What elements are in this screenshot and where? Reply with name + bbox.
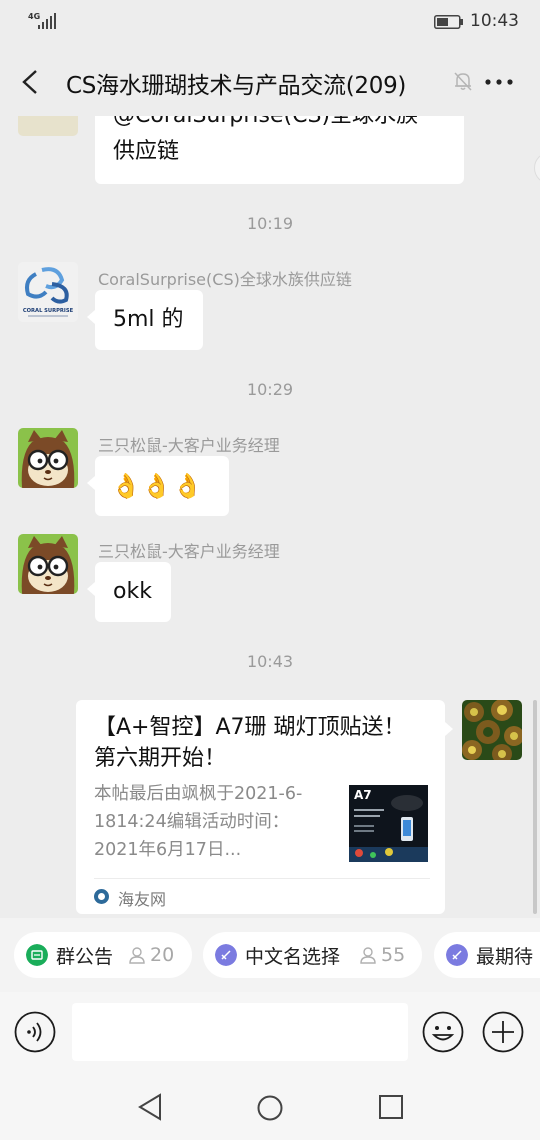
nav-home-icon[interactable]: [256, 1094, 284, 1122]
coral-avatar-image: [462, 700, 522, 760]
avatar-squirrel[interactable]: [18, 428, 78, 488]
avatar-squirrel[interactable]: [18, 534, 78, 594]
sender-name: CoralSurprise(CS)全球水族供应链: [98, 270, 352, 289]
chat-message-list[interactable]: @CoralSurprise(CS)全球水族 供应链 10:19 CORAL S…: [0, 116, 540, 918]
more-options-icon[interactable]: [484, 78, 514, 86]
partial-avatar: [534, 152, 540, 184]
chip-label: 中文名选择: [245, 946, 341, 968]
status-time: 10:43: [470, 11, 519, 31]
link-source-name: 海友网: [118, 890, 167, 909]
source-logo-icon: [94, 889, 109, 904]
squirrel-avatar-icon: [18, 428, 78, 488]
chat-scrollbar[interactable]: [533, 700, 537, 914]
vote-icon: [446, 944, 468, 966]
message-text: @CoralSurprise(CS)全球水族: [113, 116, 418, 134]
person-icon: [129, 947, 145, 964]
group-tools-bar: 群公告 20 中文名选择 55 最期待: [0, 918, 540, 992]
message-timestamp: 10:43: [246, 652, 294, 671]
message-text: 供应链: [113, 139, 180, 164]
chip-count: 55: [381, 944, 406, 966]
chip-count: 20: [150, 944, 175, 966]
nav-recent-apps-icon[interactable]: [378, 1094, 404, 1120]
avatar-coralsurprise[interactable]: CORAL SURPRISE: [18, 262, 78, 322]
message-timestamp: 10:29: [246, 380, 294, 399]
plus-icon[interactable]: [482, 1011, 524, 1053]
message-bubble[interactable]: 5ml 的: [87, 290, 203, 350]
link-card[interactable]: 【A+智控】A7珊 瑚灯顶贴送！第六期开始！ 本帖最后由飒枫于2021-6-18…: [76, 700, 453, 914]
message-timestamp: 10:19: [246, 214, 294, 233]
announcement-icon: [26, 944, 48, 966]
message-bubble[interactable]: 👌👌👌: [87, 456, 229, 516]
avatar[interactable]: [18, 116, 78, 136]
message-input[interactable]: [72, 1003, 408, 1061]
back-arrow-icon[interactable]: [18, 68, 44, 96]
message-input-bar: [0, 992, 540, 1074]
vote-icon: [215, 944, 237, 966]
message-bubble[interactable]: @CoralSurprise(CS)全球水族 供应链: [95, 116, 464, 184]
sender-name: 三只松鼠-大客户业务经理: [98, 542, 280, 561]
battery-icon: [434, 15, 463, 29]
thumbnail-label: A7: [354, 788, 372, 802]
chip-group-announcement[interactable]: 群公告 20: [14, 932, 192, 978]
squirrel-avatar-icon: [18, 534, 78, 594]
chip-name-vote[interactable]: 中文名选择 55: [203, 932, 422, 978]
svg-text:CORAL SURPRISE: CORAL SURPRISE: [23, 308, 74, 314]
person-icon: [360, 947, 376, 964]
nav-back-icon[interactable]: [136, 1092, 164, 1122]
chat-header: CS海水珊瑚技术与产品交流(209): [0, 46, 540, 116]
emoji-icon[interactable]: [422, 1011, 464, 1053]
system-nav-bar: [0, 1074, 540, 1140]
coral-surprise-logo: CORAL SURPRISE: [18, 262, 78, 322]
signal-icon: [38, 13, 56, 29]
chip-label: 群公告: [56, 946, 114, 968]
divider: [94, 878, 430, 879]
voice-input-icon[interactable]: [14, 1011, 56, 1053]
avatar-self[interactable]: [462, 700, 522, 760]
chip-most-anticipated[interactable]: 最期待: [434, 932, 540, 978]
message-text: okk: [113, 579, 152, 604]
link-title: 【A+智控】A7珊 瑚灯顶贴送！第六期开始！: [94, 715, 406, 771]
sender-name: 三只松鼠-大客户业务经理: [98, 436, 280, 455]
message-bubble[interactable]: okk: [87, 562, 171, 622]
message-text: 5ml 的: [113, 307, 184, 332]
emoji-text: 👌👌👌: [111, 472, 204, 500]
link-thumbnail: A7: [349, 785, 428, 862]
chip-label: 最期待: [476, 946, 534, 968]
chat-title: CS海水珊瑚技术与产品交流(209): [66, 73, 407, 99]
status-bar: 4G 10:43: [0, 0, 540, 46]
link-description: 本帖最后由飒枫于2021-6-1814:24编辑活动时间：2021年6月17日.…: [94, 784, 303, 860]
mute-bell-icon: [454, 72, 472, 91]
